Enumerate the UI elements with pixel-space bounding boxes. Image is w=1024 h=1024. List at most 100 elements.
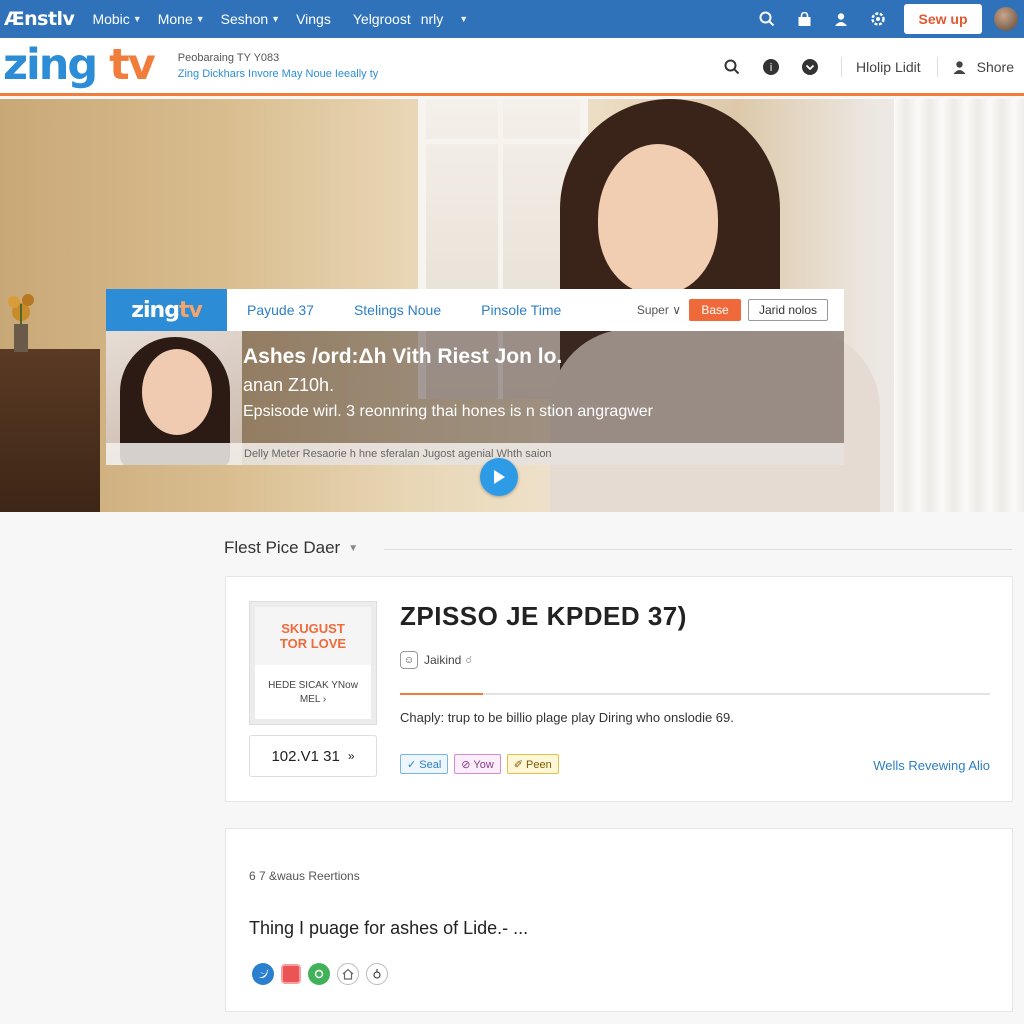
- author-row[interactable]: ☺ Jaikind ☌: [400, 651, 472, 669]
- logo-accent: tv: [109, 40, 156, 90]
- nav-label: Yelgroost: [352, 11, 411, 27]
- caret-down-icon: ▼: [132, 14, 142, 24]
- user-icon: [953, 60, 966, 74]
- base-button[interactable]: Base: [689, 299, 741, 321]
- nav-item-yelgroost[interactable]: Yelgroost: [353, 11, 411, 27]
- quality-label: Super: [636, 303, 669, 317]
- video-info-overlay: zing tv Payude 37 Stelings Noue Pinsole T…: [106, 289, 844, 465]
- tab-schedule[interactable]: Pinsole Time: [481, 302, 561, 318]
- episode-card: SKUGUST TOR LOVE HEDE SICAK YNow MEL › 10…: [225, 576, 1013, 802]
- top-nav-actions: Sew up: [756, 0, 1024, 38]
- review-card: 6 7 &waus Reertions Thing I puage for as…: [225, 828, 1013, 1012]
- share-square-icon[interactable]: [281, 964, 301, 984]
- site-tagline: Peobaraing TY Y083 Zing Dickhars Invore …: [178, 50, 379, 82]
- background-dresser: [0, 349, 100, 512]
- tag-peen[interactable]: ✐ Peen: [506, 754, 559, 774]
- info-icon[interactable]: i: [760, 56, 782, 78]
- poster-title-1: SKUGUST: [281, 621, 345, 636]
- author-name: Jaikind: [424, 653, 462, 667]
- tag-seal[interactable]: ✓ Seal: [400, 754, 449, 774]
- player-info-body: Ashes /ord:Δh Vith Riest Jon lo. anan Z1…: [106, 331, 844, 465]
- nav-label: Seshon: [220, 11, 269, 27]
- section-title: Flest Pice Daer: [224, 538, 341, 557]
- caret-down-icon: ▼: [348, 542, 359, 554]
- review-text: Thing I puage for ashes of Lide.- ...: [249, 918, 529, 938]
- episode-number: 102.V1 31: [271, 747, 340, 765]
- quality-select[interactable]: Super ∨: [637, 303, 681, 317]
- player-tab-actions: Super ∨ Base Jarid nolos: [637, 289, 828, 331]
- info-circle-icon[interactable]: [366, 963, 388, 985]
- episode-number-button[interactable]: 102.V1 31 »: [249, 735, 377, 777]
- review-meta: 6 7 &waus Reertions: [249, 869, 360, 883]
- player-logo-accent: tv: [178, 297, 203, 323]
- plant-decoration: [8, 294, 34, 352]
- nav-item-mone[interactable]: Mone ▼: [158, 11, 205, 27]
- nav-item-vings[interactable]: Vings: [296, 11, 331, 27]
- episode-card-title: ZPISSO JE KPDED 37): [400, 601, 687, 631]
- logo-main: zing: [3, 40, 98, 90]
- nav-label: Mone: [157, 11, 193, 27]
- nav-item-seshon[interactable]: Seshon ▼: [221, 11, 280, 27]
- brand-text[interactable]: Ænstlv: [4, 8, 75, 30]
- caret-down-icon: ▼: [195, 14, 205, 24]
- divider: [936, 57, 938, 77]
- divider: [384, 549, 1012, 550]
- chevron-down-icon: ∨: [672, 303, 681, 317]
- user-icon[interactable]: [830, 8, 852, 30]
- help-link[interactable]: Hlolip Lidit: [856, 59, 921, 75]
- settings-icon[interactable]: [867, 8, 889, 30]
- divider: [841, 57, 843, 77]
- twitter-icon[interactable]: [252, 963, 274, 985]
- author-avatar-icon: ☺: [400, 651, 418, 669]
- episode-title: Ashes /ord:Δh Vith Riest Jon lo.: [243, 345, 563, 368]
- svg-text:i: i: [770, 61, 773, 74]
- nav-item-nrly[interactable]: nrly ▼: [421, 11, 468, 27]
- top-nav-bar: Ænstlv Mobic ▼ Mone ▼ Seshon ▼ Vings Yelgro…: [0, 0, 1024, 38]
- play-icon: [494, 470, 505, 484]
- section-dropdown[interactable]: Flest Pice Daer ▼: [224, 538, 358, 558]
- reviews-link[interactable]: Wells Revewing Alio: [873, 758, 990, 773]
- tag-list: ✓ Seal ⊘ Yow ✐ Peen: [400, 754, 565, 774]
- player-logo-main: zing: [131, 297, 180, 323]
- sub-header: zing tv Peobaraing TY Y083 Zing Dickhars…: [0, 38, 1024, 96]
- play-button[interactable]: [480, 458, 518, 496]
- notes-button[interactable]: Jarid nolos: [748, 299, 828, 321]
- social-share-row: [252, 963, 395, 985]
- search-icon[interactable]: [756, 8, 778, 30]
- poster-caption-1: HEDE SICAK YNow: [268, 680, 358, 691]
- progress-fill: [400, 693, 483, 695]
- zing-tv-logo[interactable]: zing tv: [3, 44, 156, 87]
- bag-icon[interactable]: [793, 8, 815, 30]
- caret-down-icon: ▼: [459, 14, 469, 24]
- tab-episode[interactable]: Payude 37: [247, 302, 314, 318]
- episode-subtitle: anan Z10h.: [243, 375, 335, 395]
- nav-item-mobic[interactable]: Mobic ▼: [92, 11, 141, 27]
- episode-progress-bar[interactable]: [400, 693, 990, 695]
- nav-label: Mobic: [92, 11, 130, 27]
- episode-poster[interactable]: SKUGUST TOR LOVE HEDE SICAK YNow MEL ›: [249, 601, 377, 725]
- top-nav-menu: Mobic ▼ Mone ▼ Seshon ▼ Vings Yelgroost nrl…: [92, 11, 484, 27]
- background-curtain: [894, 99, 1024, 512]
- poster-caption: HEDE SICAK YNow MEL ›: [255, 679, 371, 707]
- episode-card-description: Chaply: trup to be billio plage play Dir…: [400, 710, 734, 725]
- search-icon[interactable]: [721, 56, 743, 78]
- chevron-down-icon[interactable]: [799, 56, 821, 78]
- nav-label: Vings: [296, 11, 331, 27]
- tab-settings[interactable]: Stelings Noue: [354, 302, 441, 318]
- home-icon[interactable]: [337, 963, 359, 985]
- tag-yow[interactable]: ⊘ Yow: [454, 754, 501, 774]
- share-label: Shore: [976, 59, 1014, 75]
- sub-header-actions: i Hlolip Lidit Shore: [704, 38, 1014, 96]
- episode-description: Epsisode wirl. 3 reonnring thai hones is…: [243, 403, 654, 420]
- player-logo[interactable]: zing tv: [106, 289, 227, 331]
- share-button[interactable]: Shore: [952, 59, 1014, 75]
- player-footer-text: Delly Meter Resaorie h hne sferalan Jugo…: [106, 443, 844, 465]
- share-green-icon[interactable]: [308, 963, 330, 985]
- sign-up-button[interactable]: Sew up: [904, 4, 982, 34]
- tagline-line-1: Peobaraing TY Y083: [177, 51, 280, 64]
- caret-down-icon: ▼: [271, 14, 281, 24]
- avatar[interactable]: [994, 7, 1018, 31]
- author-extra-icon: ☌: [465, 654, 473, 666]
- double-chevron-right-icon: »: [347, 749, 355, 763]
- tagline-line-2: Zing Dickhars Invore May Noue Ieeally ty: [177, 67, 379, 80]
